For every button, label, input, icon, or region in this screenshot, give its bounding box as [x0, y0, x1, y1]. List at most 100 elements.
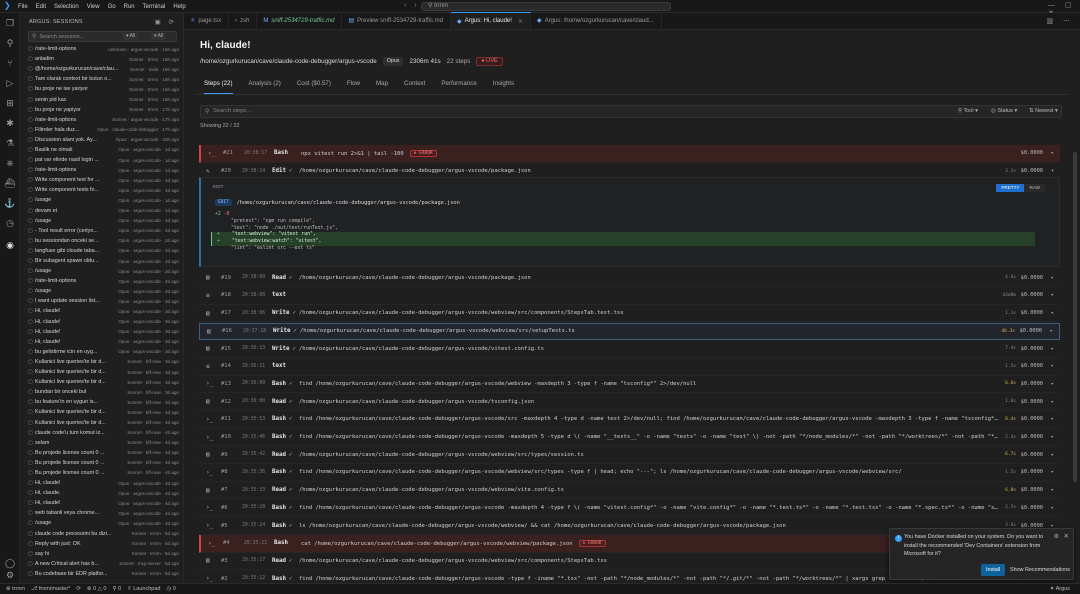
main-scrollbar[interactable]: [1073, 152, 1077, 482]
command-center[interactable]: ⚲ trrnm: [421, 2, 671, 11]
status-ports[interactable]: ⚲ 0: [112, 586, 121, 592]
session-item[interactable]: ▢/usage Opus · argus-vscode · 4d ago: [20, 518, 183, 528]
status-argus[interactable]: ✦ Argus: [1050, 586, 1070, 592]
chevron-right-icon[interactable]: ▸: [1051, 310, 1054, 316]
menu-terminal[interactable]: Terminal: [143, 4, 166, 10]
settings-gear-icon[interactable]: ⚙: [4, 569, 16, 581]
chevron-right-icon[interactable]: ▸: [1051, 505, 1054, 511]
session-item[interactable]: ▢ Reply with just: OK Sonnet · trrnm · 5d …: [20, 539, 183, 549]
tool-filter-dropdown[interactable]: ⚲ Tool ▾: [958, 108, 978, 114]
menu-file[interactable]: File: [18, 4, 28, 10]
tab-performance[interactable]: Performance: [433, 77, 484, 94]
step-row[interactable]: ▤ #19 20:38:09 Read ✓ /home/ozgurkurucan/cave…: [199, 269, 1060, 288]
step-row[interactable]: ›_ #13 20:36:09 Bash ✓ find /home/ozgurkuruca…: [199, 376, 1060, 394]
status-filter-dropdown[interactable]: ◎ Status ▾: [991, 108, 1017, 114]
menu-selection[interactable]: Selection: [54, 4, 79, 10]
sidebar-actions-icon[interactable]: ▣ ⟳: [155, 18, 177, 26]
session-item[interactable]: ▢ Baslik ne olmali Opus · argus-vscode · 1…: [20, 145, 183, 155]
close-icon[interactable]: ✕: [1064, 532, 1069, 540]
filter-model-dropdown[interactable]: ▾ All: [123, 33, 139, 40]
session-item[interactable]: ▢ Tam olarak context bir butun o... Sonnet…: [20, 74, 183, 84]
session-item[interactable]: ▢ Bu projede license count 0 ... Sonnet · …: [20, 448, 183, 458]
session-item[interactable]: ▢ Bu codebase bir EDR platfor... Sonnet · …: [20, 569, 183, 579]
anchor-icon[interactable]: ⚓: [4, 197, 16, 209]
session-item[interactable]: ▢/rate-limit-options Opus · argus-vscode …: [20, 165, 183, 175]
gear-icon[interactable]: ⚙: [1054, 533, 1059, 540]
docker-icon[interactable]: ⛴: [4, 177, 16, 189]
session-item[interactable]: ▢ Hi, claude! Opus · argus-vscode · 3d ago: [20, 337, 183, 347]
session-item[interactable]: ▢/usage Opus · argus-vscode · 1d ago: [20, 195, 183, 205]
session-item[interactable]: ▢ Hi, claude! Opus · argus-vscode · 3d ago: [20, 327, 183, 337]
timeline-icon[interactable]: ◷: [4, 217, 16, 229]
session-item[interactable]: ▢ Filtreler hala duz... Opus · claude-code…: [20, 125, 183, 135]
session-item[interactable]: ▢ Hi, claude. Opus · argus-vscode · 4d ago: [20, 488, 183, 498]
session-item[interactable]: ▢ bundan bir onceki bul Sonnet · bff-new ·…: [20, 387, 183, 397]
chevron-right-icon[interactable]: ▸: [1051, 452, 1054, 458]
tab-flow[interactable]: Flow: [339, 77, 368, 94]
step-row[interactable]: ▤ #9 20:35:42 Read ✓ /home/ozgurkurucan/cave/…: [199, 446, 1060, 465]
source-control-icon[interactable]: ⑂: [4, 57, 16, 69]
session-item[interactable]: ▢ Write component test for ... Opus · argu…: [20, 175, 183, 185]
session-item[interactable]: ▢ senin pid kac Sonnet · trrnm · 16h ago: [20, 94, 183, 104]
session-item[interactable]: ▢ web tabanli veya chrome... Opus · argus-…: [20, 508, 183, 518]
session-item[interactable]: ▢ Bu projede license count 0 ... Sonnet · …: [20, 468, 183, 478]
step-row[interactable]: ›_ #10 20:35:46 Bash ✓ find /home/ozgurkuruca…: [199, 429, 1060, 447]
session-item[interactable]: ▢ Kullanici live queries'te bir d... Sonne…: [20, 407, 183, 417]
step-row[interactable]: ›_ #21 20:38:17 Bash npx vitest run 2>&1 | t…: [199, 145, 1060, 163]
step-row[interactable]: ▤ #16 20:37:18 Write ✓/home/ozgurkurucan/cav…: [199, 322, 1060, 341]
session-item[interactable]: ▢ claude code processini bu dizi... Sonnet…: [20, 529, 183, 539]
session-item[interactable]: ▢ A new Critical alert has b... Sonnet · m…: [20, 559, 183, 569]
tab-sniff-md[interactable]: Msniff-2534729-traffic.md: [257, 12, 343, 29]
tab-insights[interactable]: Insights: [485, 77, 522, 94]
chevron-right-icon[interactable]: ▸: [1051, 434, 1054, 440]
session-item[interactable]: ▢ Kullanici live queries'te bir d... Sonne…: [20, 367, 183, 377]
menu-view[interactable]: View: [87, 4, 100, 10]
status-sync[interactable]: ⟳: [76, 586, 81, 592]
session-item[interactable]: ▢/usage Opus · argus-vscode · 2d ago: [20, 216, 183, 226]
tab-page-tsx[interactable]: ⚛ page.tsx: [184, 12, 230, 29]
session-item[interactable]: ▢ devam et Opus · argus-vscode · 1d ago: [20, 206, 183, 216]
session-item[interactable]: ▢ Hi, claude! Opus · argus-vscode · 3d ago: [20, 306, 183, 316]
account-icon[interactable]: ◯: [4, 557, 16, 569]
session-item[interactable]: ▢ Bu projede license count 0 ... Sonnet · …: [20, 458, 183, 468]
session-item[interactable]: ▢ Discussion alani yok. Ay... Opus · argus…: [20, 135, 183, 145]
status-remote[interactable]: ⊗ trrnm: [6, 586, 25, 592]
tab-analysis[interactable]: Analysis (2): [241, 77, 289, 94]
step-row[interactable]: ▤ #17 20:38:06 Write ✓/home/ozgurkurucan/cav…: [199, 305, 1060, 323]
install-button[interactable]: Install: [981, 564, 1006, 576]
session-item[interactable]: ▢ bu proje ne yapiyor Sonnet · trrnm · 17h…: [20, 105, 183, 115]
step-row[interactable]: ▤ #12 20:36:00 Read ✓ /home/ozgurkurucan/cave…: [199, 393, 1060, 411]
tab-preview-sniff-md[interactable]: ▤ Preview sniff-2534729-traffic.md: [342, 12, 451, 29]
tab-argus-home[interactable]: ◆ Argus: /home/ozgurkurucan/cave/claud...: [531, 12, 662, 29]
menu-help[interactable]: Help: [173, 4, 185, 10]
session-item[interactable]: ▢/usage Opus · argus-vscode · 2d ago: [20, 286, 183, 296]
chevron-right-icon[interactable]: ▸: [1051, 292, 1054, 298]
search-icon[interactable]: ⚲: [4, 37, 16, 49]
step-row[interactable]: ›_ #8 20:35:36 Bash ✓ find /home/ozgurkurucan…: [199, 464, 1060, 482]
session-item[interactable]: ▢ bu proje ne ise yariyor Sonnet · trrnm ·…: [20, 84, 183, 94]
session-item[interactable]: ▢ bu gelistirme icin en uyg... Opus · argu…: [20, 347, 183, 357]
session-item[interactable]: ▢ bu feature'in en uygun is... Sonnet · bf…: [20, 397, 183, 407]
show-recommendations-button[interactable]: Show Recommendations: [1008, 564, 1072, 576]
session-item[interactable]: ▢ Bir subagent spawn oldu... Opus · argus-…: [20, 256, 183, 266]
filter-project-dropdown[interactable]: ▾ All: [151, 33, 167, 40]
session-item[interactable]: ▢/usage Opus · argus-vscode · 2d ago: [20, 266, 183, 276]
session-item[interactable]: ▢ @/home/ozgurkurucan/cave/clau... Sonnet …: [20, 64, 183, 74]
step-row[interactable]: ›_ #11 20:35:53 Bash ✓ find /home/ozgurkuruca…: [199, 411, 1060, 429]
bug-icon[interactable]: ✱: [4, 117, 16, 129]
menu-go[interactable]: Go: [108, 4, 116, 10]
session-item[interactable]: ▢ Kullanici live queries'te bir d... Sonne…: [20, 417, 183, 427]
session-item[interactable]: ▢ claude code'u tum komut iz... Sonnet · b…: [20, 428, 183, 438]
tab-context[interactable]: Context: [396, 77, 433, 94]
session-search-input[interactable]: [39, 33, 120, 40]
pretty-button[interactable]: PRETTY: [996, 184, 1025, 192]
session-item[interactable]: ▢/rate-limit-options Opus · argus-vscode …: [20, 276, 183, 286]
menu-edit[interactable]: Edit: [36, 4, 46, 10]
chevron-right-icon[interactable]: ▸: [1051, 399, 1054, 405]
nav-arrows-icon[interactable]: ‹ ›: [404, 2, 420, 9]
session-item[interactable]: ▢ Hi, claude! Opus · argus-vscode · 4d ago: [20, 498, 183, 508]
session-item[interactable]: ▢ Write component tests fo... Opus · argus…: [20, 185, 183, 195]
testing-icon[interactable]: ⚗: [4, 137, 16, 149]
step-row[interactable]: ▤ #15 20:36:13 Write ✓/home/ozgurkurucan/cav…: [199, 340, 1060, 358]
step-row[interactable]: ≡ #18 20:38:08 text 43d8m $0.0000 ▸: [199, 287, 1060, 305]
